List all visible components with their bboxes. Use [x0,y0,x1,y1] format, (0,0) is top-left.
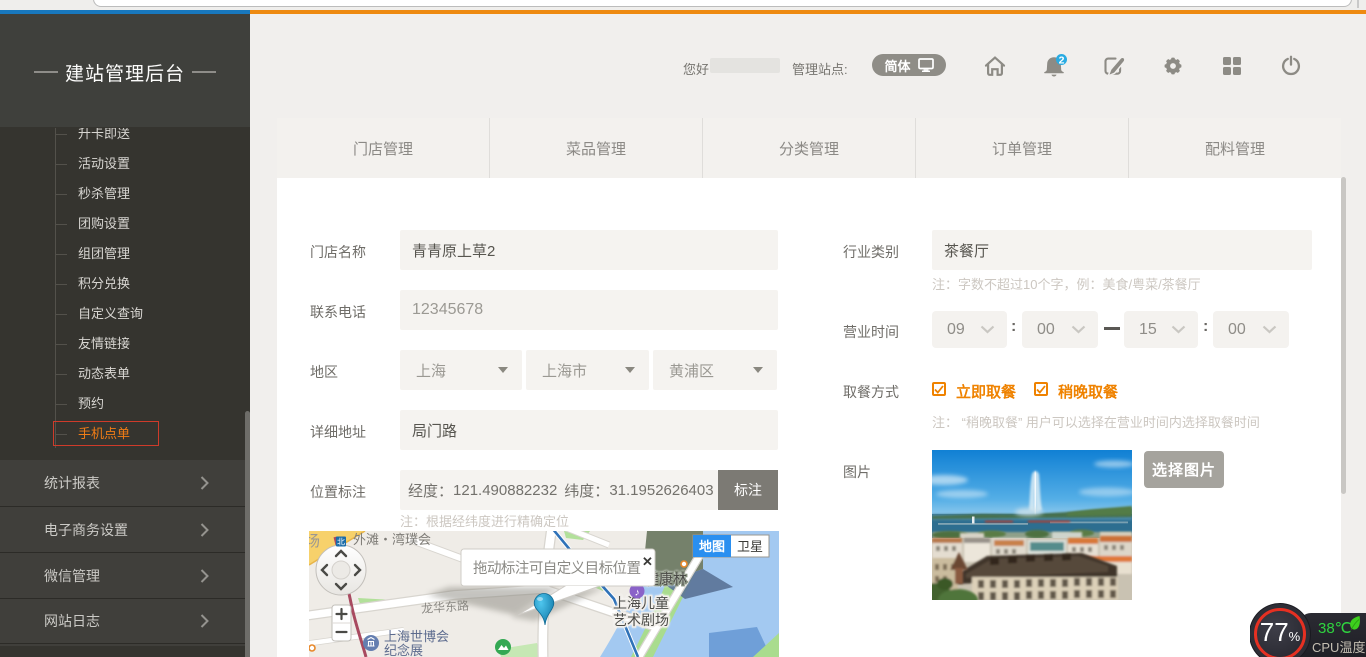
svg-text:艺术剧场: 艺术剧场 [613,612,669,628]
svg-text:上海儿童: 上海儿童 [613,595,669,611]
svg-text:纪念展: 纪念展 [384,643,423,657]
svg-text:✕: ✕ [642,554,653,569]
svg-text:拖动标注可自定义目标位置: 拖动标注可自定义目标位置 [473,560,641,577]
svg-text:♪: ♪ [635,588,640,599]
svg-text:外滩・湾璞会: 外滩・湾璞会 [353,532,431,547]
svg-text:场: 场 [309,533,320,550]
svg-text:地图: 地图 [699,539,725,554]
svg-text:上海世博会: 上海世博会 [384,629,449,644]
svg-text:北: 北 [337,538,345,547]
svg-text:2: 2 [1059,54,1065,66]
svg-text:卫星: 卫星 [737,539,763,554]
